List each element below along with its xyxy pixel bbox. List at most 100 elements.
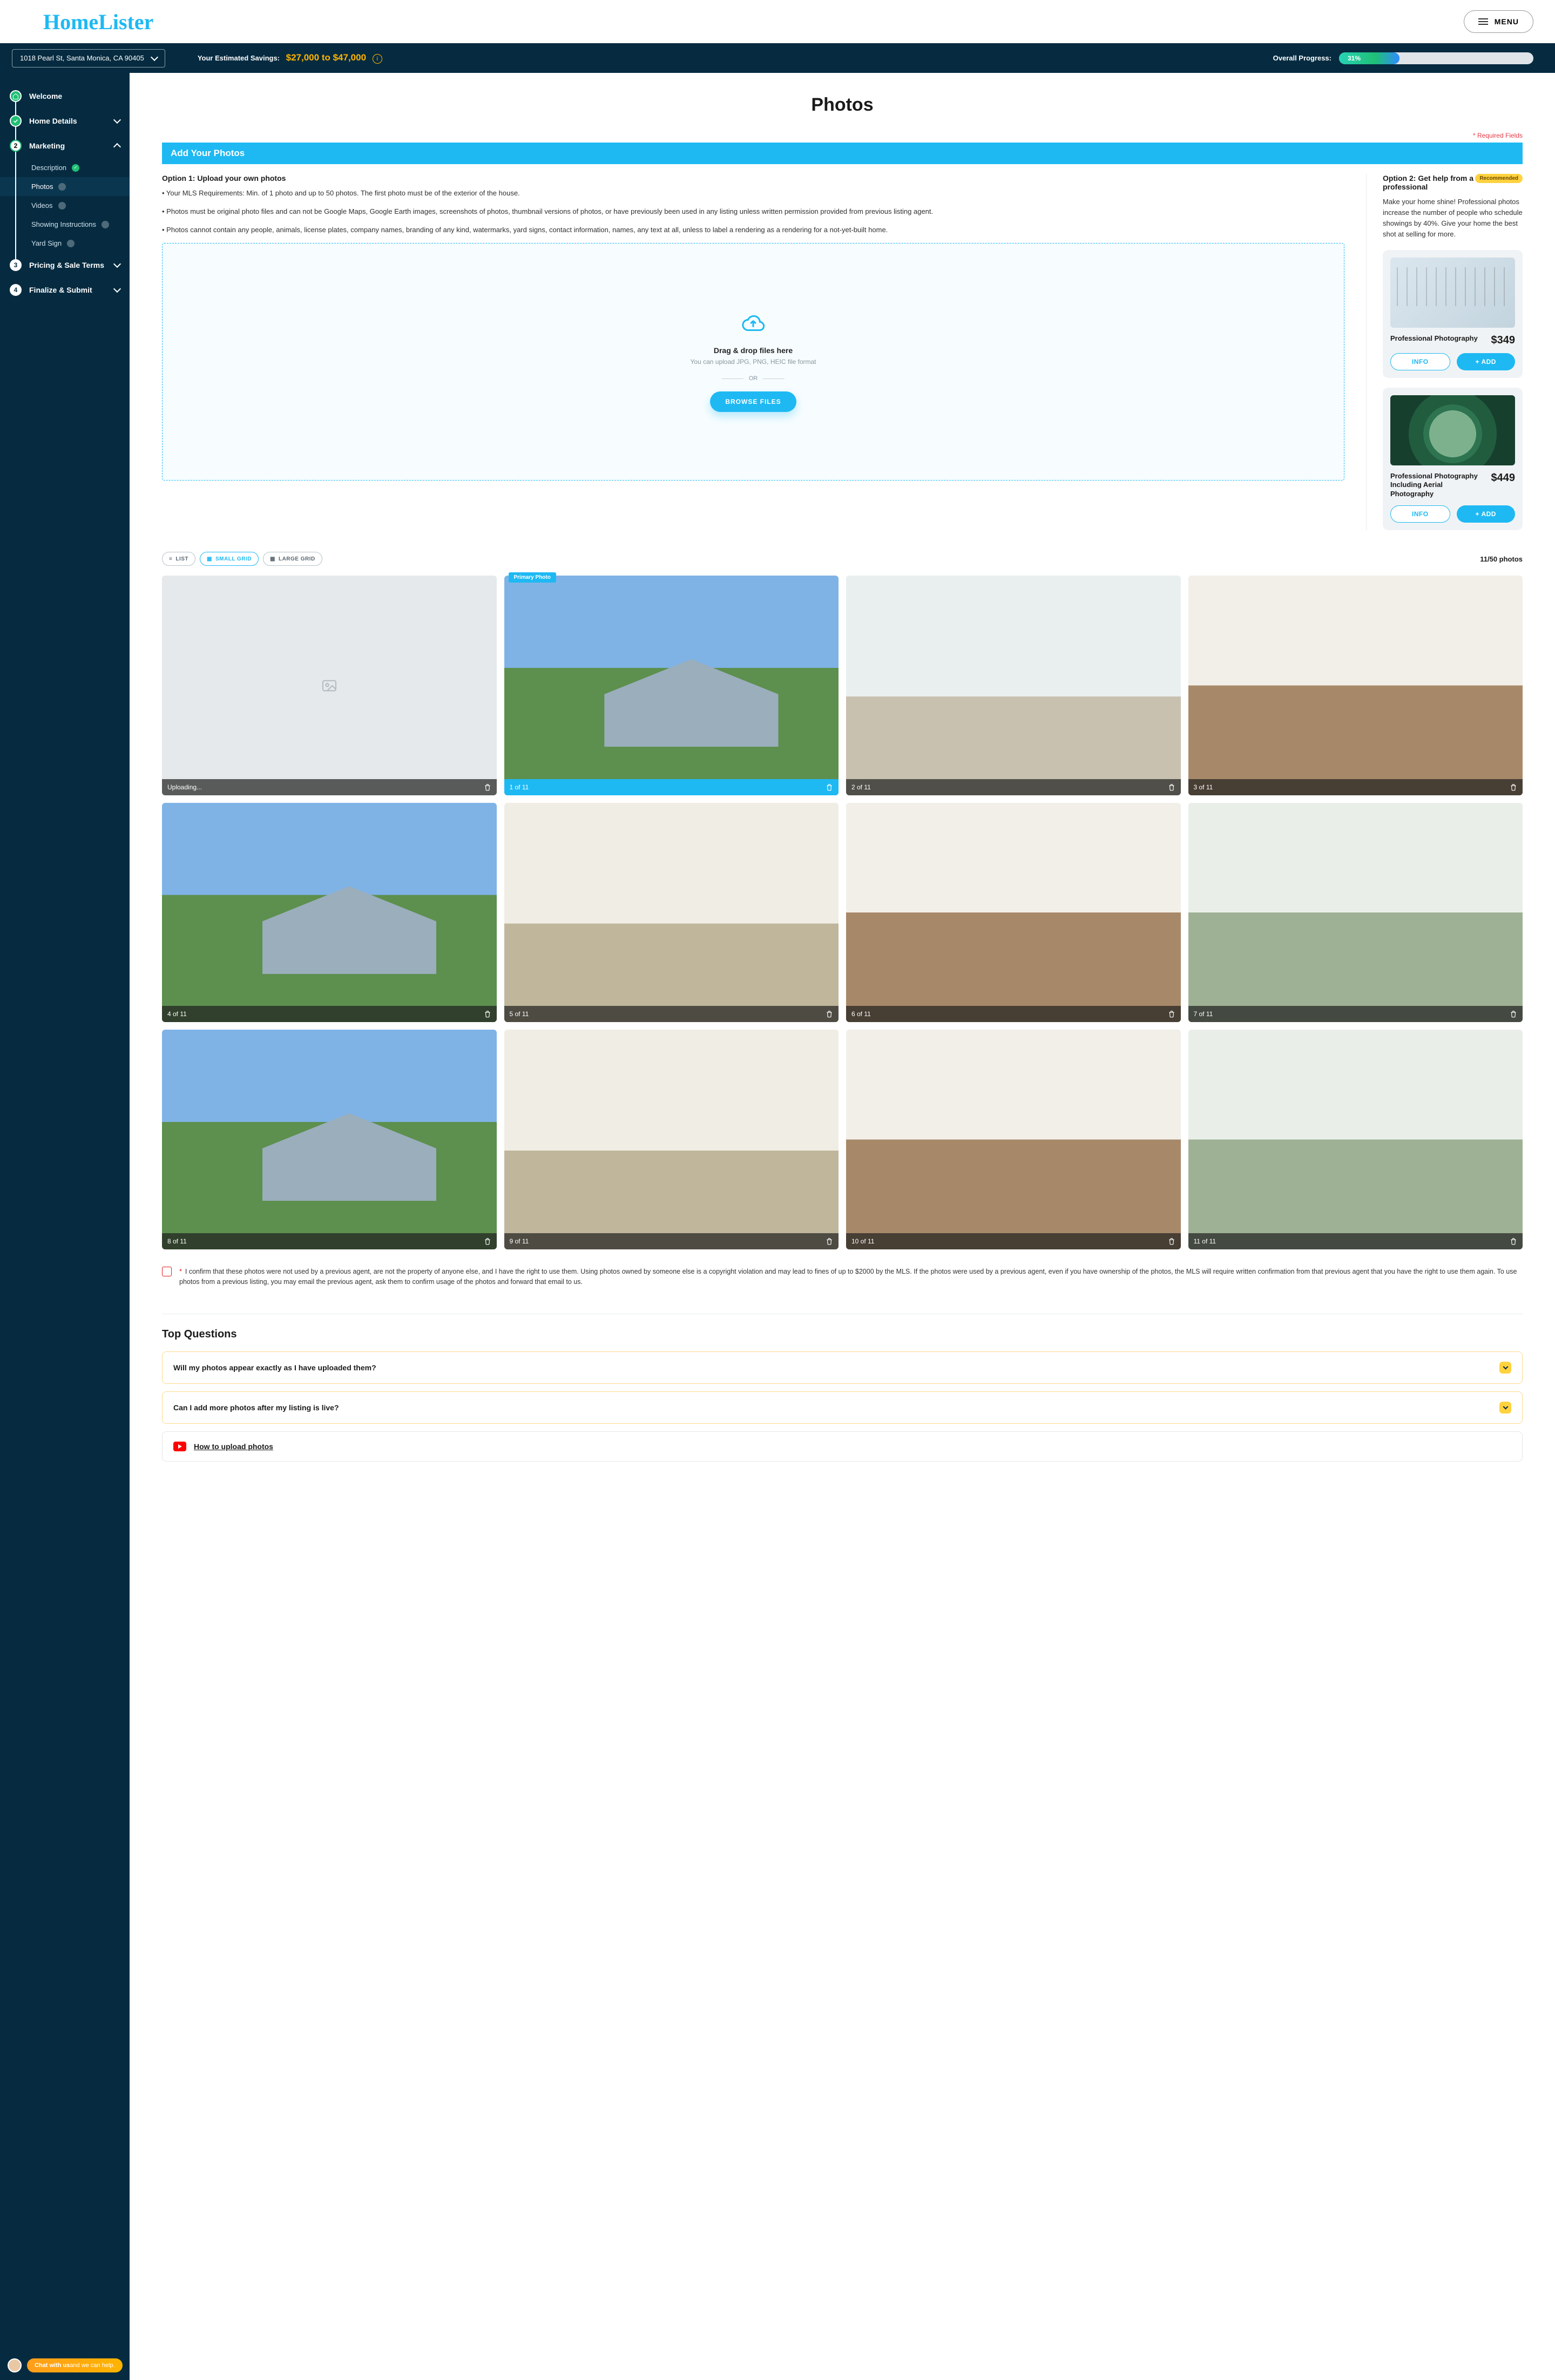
- upload-status: Uploading...: [167, 783, 202, 791]
- photo-label: 9 of 11: [510, 1238, 529, 1245]
- trash-icon[interactable]: [484, 783, 491, 791]
- substep-videos[interactable]: Videos: [31, 196, 130, 215]
- photo-item[interactable]: 8 of 11: [162, 1030, 497, 1249]
- step-number: 3: [10, 259, 22, 271]
- photo-label: 1 of 11: [510, 783, 529, 791]
- photo-label: 4 of 11: [167, 1010, 187, 1018]
- substep-label: Videos: [31, 201, 53, 209]
- hamburger-icon: [1478, 17, 1488, 26]
- substep-yard-sign[interactable]: Yard Sign: [31, 234, 130, 253]
- photo-grid: Uploading... Primary Photo 1 of 11 2 of …: [162, 576, 1523, 1249]
- progress-label: Overall Progress:: [1273, 54, 1331, 62]
- trash-icon[interactable]: [1510, 1238, 1517, 1245]
- addon-info-button[interactable]: INFO: [1390, 353, 1450, 370]
- addon-name: Professional Photography Including Aeria…: [1390, 472, 1486, 499]
- expand-icon: [1499, 1362, 1511, 1374]
- photo-item[interactable]: 6 of 11: [846, 803, 1181, 1023]
- photo-item[interactable]: 2 of 11: [846, 576, 1181, 795]
- trash-icon[interactable]: [484, 1238, 491, 1245]
- trash-icon[interactable]: [484, 1010, 491, 1018]
- photo-item[interactable]: 7 of 11: [1188, 803, 1523, 1023]
- sidebar-step-marketing[interactable]: 2 Marketing: [0, 133, 130, 158]
- photo-item[interactable]: 3 of 11: [1188, 576, 1523, 795]
- photo-label: 2 of 11: [851, 783, 871, 791]
- addon-add-button[interactable]: + ADD: [1457, 505, 1516, 523]
- substep-label: Photos: [31, 182, 53, 191]
- view-small-grid-button[interactable]: ▦SMALL GRID: [200, 552, 259, 566]
- addon-add-button[interactable]: + ADD: [1457, 353, 1516, 370]
- upload-subtitle: You can upload JPG, PNG, HEIC file forma…: [691, 358, 816, 366]
- addon-pro-photo: Professional Photography $349 INFO + ADD: [1383, 250, 1523, 378]
- trash-icon[interactable]: [1168, 783, 1175, 791]
- chevron-down-icon: [151, 53, 158, 60]
- page-title: Photos: [162, 94, 1523, 116]
- browse-files-button[interactable]: BROWSE FILES: [710, 391, 796, 412]
- progress-fill: 31%: [1339, 52, 1400, 64]
- trash-icon[interactable]: [1510, 783, 1517, 791]
- trash-icon[interactable]: [826, 1010, 833, 1018]
- step-number: 4: [10, 284, 22, 296]
- photo-label: 11 of 11: [1194, 1238, 1216, 1245]
- photo-item[interactable]: 10 of 11: [846, 1030, 1181, 1249]
- chevron-down-icon: [113, 116, 121, 124]
- substep-showing[interactable]: Showing Instructions: [31, 215, 130, 234]
- step-number: 2: [10, 140, 22, 152]
- option1-p2: • Photos must be original photo files an…: [162, 206, 1344, 217]
- trash-icon[interactable]: [1510, 1010, 1517, 1018]
- confirm-checkbox-row: *I confirm that these photos were not us…: [162, 1267, 1523, 1287]
- upload-dropzone[interactable]: Drag & drop files here You can upload JP…: [162, 243, 1344, 481]
- photo-item[interactable]: Primary Photo 1 of 11: [504, 576, 839, 795]
- photo-item[interactable]: 11 of 11: [1188, 1030, 1523, 1249]
- photo-item[interactable]: 4 of 11: [162, 803, 497, 1023]
- sidebar: Welcome Home Details 2 Marketing Descrip…: [0, 73, 130, 2380]
- trash-icon[interactable]: [1168, 1010, 1175, 1018]
- progress-bar: 31%: [1339, 52, 1533, 64]
- address-selector[interactable]: 1018 Pearl St, Santa Monica, CA 90405: [12, 49, 165, 67]
- section-header: Add Your Photos: [162, 143, 1523, 164]
- faq-video-item[interactable]: How to upload photos: [162, 1431, 1523, 1462]
- sidebar-step-welcome[interactable]: Welcome: [0, 84, 130, 109]
- substep-label: Showing Instructions: [31, 220, 96, 228]
- step-label: Finalize & Submit: [29, 286, 92, 294]
- recommended-badge: Recommended: [1475, 174, 1523, 183]
- sidebar-step-home-details[interactable]: Home Details: [0, 109, 130, 133]
- photo-item[interactable]: 9 of 11: [504, 1030, 839, 1249]
- view-list-button[interactable]: ≡LIST: [162, 552, 195, 566]
- progress: Overall Progress: 31%: [1273, 52, 1533, 64]
- sidebar-step-pricing[interactable]: 3 Pricing & Sale Terms: [0, 253, 130, 278]
- photo-label: 6 of 11: [851, 1010, 871, 1018]
- photo-label: 7 of 11: [1194, 1010, 1213, 1018]
- chevron-up-icon: [113, 143, 121, 151]
- step-label: Welcome: [29, 92, 62, 100]
- chat-widget[interactable]: Chat with us and we can help.: [8, 2358, 123, 2372]
- check-dot-icon: [72, 164, 79, 172]
- status-dot-icon: [58, 183, 66, 191]
- addon-info-button[interactable]: INFO: [1390, 505, 1450, 523]
- progress-percent: 31%: [1348, 55, 1361, 62]
- addon-image: [1390, 395, 1515, 465]
- substep-photos[interactable]: Photos: [0, 177, 130, 196]
- trash-icon[interactable]: [826, 783, 833, 791]
- confirm-checkbox[interactable]: [162, 1267, 172, 1276]
- chevron-down-icon: [113, 285, 121, 293]
- menu-button[interactable]: MENU: [1464, 10, 1533, 33]
- expand-icon: [1499, 1402, 1511, 1414]
- info-icon[interactable]: i: [373, 54, 382, 64]
- photo-label: 8 of 11: [167, 1238, 187, 1245]
- view-large-grid-button[interactable]: ▦LARGE GRID: [263, 552, 322, 566]
- substep-description[interactable]: Description: [31, 158, 130, 177]
- photo-label: 10 of 11: [851, 1238, 874, 1245]
- faq-item-2[interactable]: Can I add more photos after my listing i…: [162, 1391, 1523, 1424]
- sidebar-step-finalize[interactable]: 4 Finalize & Submit: [0, 278, 130, 302]
- addon-price: $449: [1491, 472, 1516, 484]
- faq-item-1[interactable]: Will my photos appear exactly as I have …: [162, 1351, 1523, 1384]
- photo-uploading: Uploading...: [162, 576, 497, 795]
- substep-label: Yard Sign: [31, 239, 62, 247]
- trash-icon[interactable]: [826, 1238, 833, 1245]
- photo-item[interactable]: 5 of 11: [504, 803, 839, 1023]
- trash-icon[interactable]: [1168, 1238, 1175, 1245]
- grid-icon: ▦: [207, 556, 212, 562]
- step-label: Home Details: [29, 117, 77, 125]
- status-dot-icon: [67, 240, 75, 247]
- logo[interactable]: HomeLister: [43, 9, 153, 35]
